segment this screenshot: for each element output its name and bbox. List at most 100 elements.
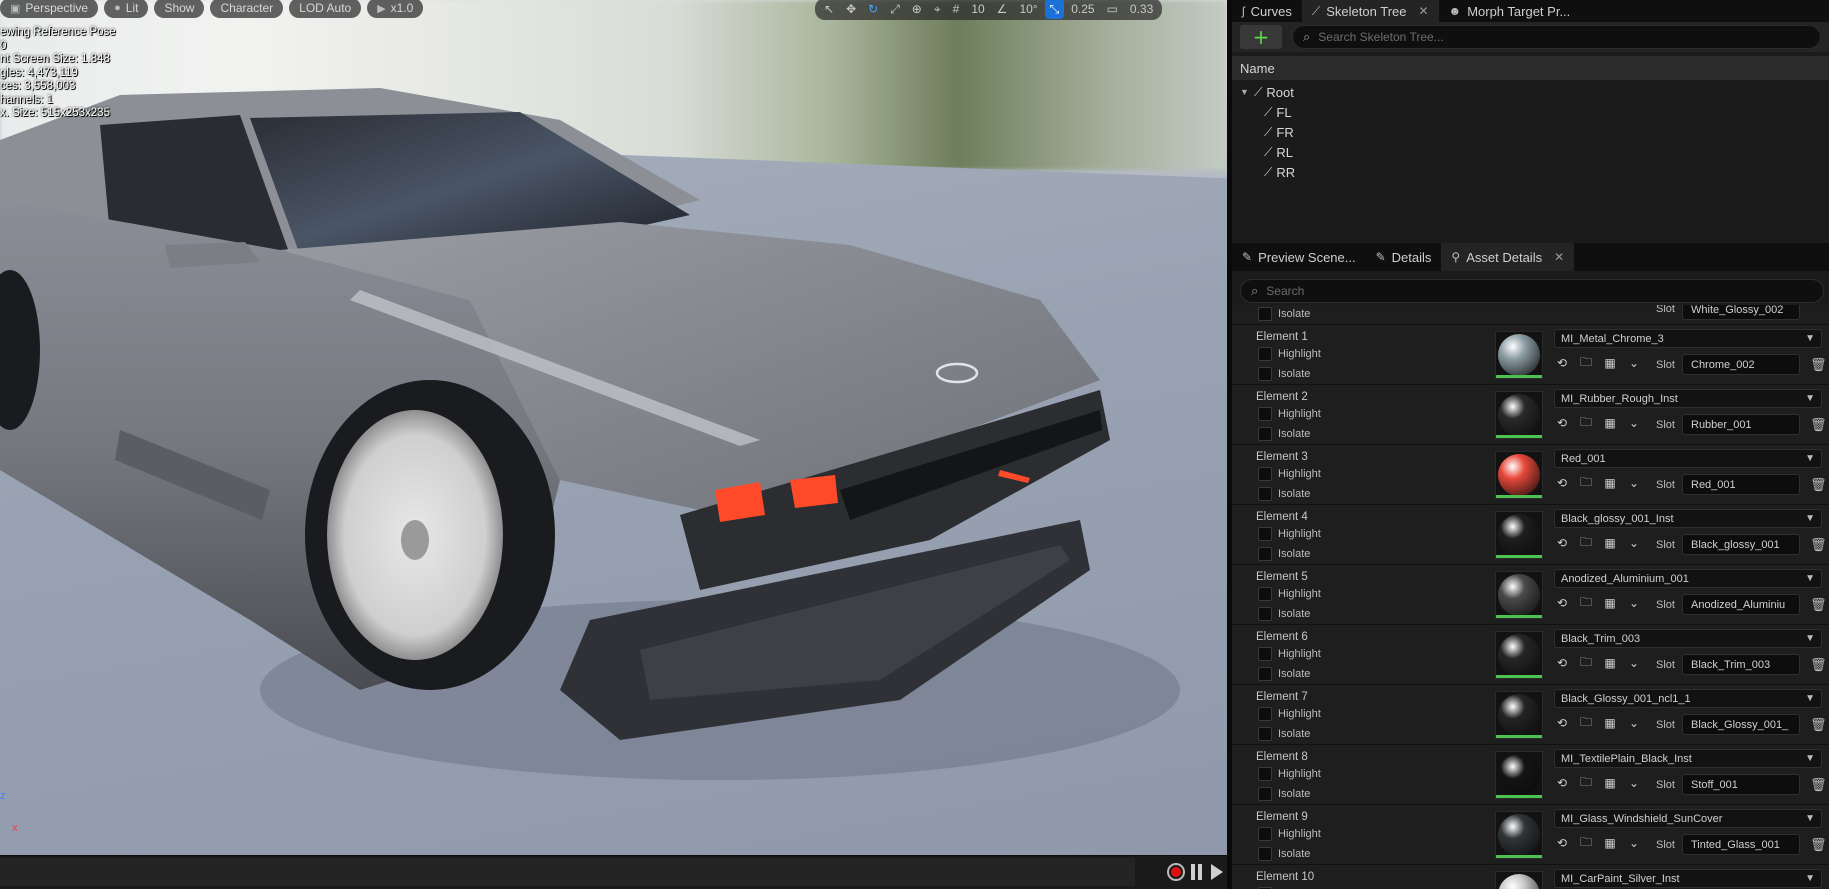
tab-details[interactable]: ✎ Details xyxy=(1366,243,1442,271)
highlight-option[interactable]: Highlight xyxy=(1258,467,1321,481)
slot-name-field[interactable]: Chrome_002 xyxy=(1682,354,1800,375)
trash-icon[interactable]: 🗑 xyxy=(1810,657,1827,673)
perspective-button[interactable]: ▣ Perspective xyxy=(0,0,99,18)
move-icon[interactable]: ✥ xyxy=(841,0,861,19)
slot-name-field[interactable]: Stoff_001 xyxy=(1682,774,1800,795)
trash-icon[interactable]: 🗑 xyxy=(1810,717,1827,733)
highlight-checkbox[interactable] xyxy=(1258,707,1272,721)
isolate-option[interactable]: Isolate xyxy=(1258,487,1310,501)
material-thumbnail[interactable] xyxy=(1495,871,1543,889)
browse-folder-icon[interactable]: 🗀 xyxy=(1578,595,1594,611)
isolate-option[interactable]: Isolate xyxy=(1258,547,1310,561)
checker-icon[interactable]: ▦ xyxy=(1602,835,1618,851)
highlight-option[interactable]: Highlight xyxy=(1258,347,1321,361)
isolate-option[interactable]: Isolate xyxy=(1258,847,1310,861)
isolate-option[interactable]: Isolate xyxy=(1258,367,1310,381)
reset-arrow-icon[interactable]: ⟲ xyxy=(1554,835,1570,851)
camera-speed[interactable]: 0.33 xyxy=(1125,0,1158,19)
camera-speed-icon[interactable]: ▭ xyxy=(1102,0,1123,19)
highlight-option[interactable]: Highlight xyxy=(1258,587,1321,601)
chevron-down-icon[interactable]: ⌄ xyxy=(1626,655,1642,671)
reset-arrow-icon[interactable]: ⟲ xyxy=(1554,655,1570,671)
isolate-checkbox[interactable] xyxy=(1258,787,1272,801)
slot-name-field[interactable]: Tinted_Glass_001 xyxy=(1682,834,1800,855)
browse-folder-icon[interactable]: 🗀 xyxy=(1578,715,1594,731)
highlight-checkbox[interactable] xyxy=(1258,407,1272,421)
isolate-option[interactable]: Isolate xyxy=(1258,787,1310,801)
scale-snap-icon[interactable]: ⤡ xyxy=(1044,0,1065,19)
trash-icon[interactable]: 🗑 xyxy=(1810,417,1827,433)
highlight-checkbox[interactable] xyxy=(1258,587,1272,601)
highlight-option[interactable]: Highlight xyxy=(1258,407,1321,421)
chevron-down-icon[interactable]: ⌄ xyxy=(1626,835,1642,851)
isolate-checkbox[interactable] xyxy=(1258,427,1272,441)
slot-name-field[interactable]: Black_Trim_003 xyxy=(1682,654,1800,675)
select-icon[interactable]: ↖ xyxy=(819,0,839,19)
grid-snap-icon[interactable]: # xyxy=(948,0,965,19)
lit-button[interactable]: ● Lit xyxy=(104,0,149,18)
record-button[interactable] xyxy=(1167,863,1185,881)
timeline-track[interactable] xyxy=(0,858,1135,886)
isolate-checkbox[interactable] xyxy=(1258,727,1272,741)
isolate-option[interactable]: Isolate xyxy=(1258,607,1310,621)
material-dropdown[interactable]: Black_Glossy_001_ncl1_1 ▼ xyxy=(1554,689,1822,708)
expand-arrow-icon[interactable]: ▼ xyxy=(1240,87,1250,97)
browse-folder-icon[interactable]: 🗀 xyxy=(1578,475,1594,491)
checker-icon[interactable]: ▦ xyxy=(1602,355,1618,371)
checker-icon[interactable]: ▦ xyxy=(1602,415,1618,431)
checker-icon[interactable]: ▦ xyxy=(1602,775,1618,791)
grid-size[interactable]: 10 xyxy=(966,0,989,19)
trash-icon[interactable]: 🗑 xyxy=(1810,477,1827,493)
slot-name-field[interactable]: Black_Glossy_001_ xyxy=(1682,714,1800,735)
reset-arrow-icon[interactable]: ⟲ xyxy=(1554,715,1570,731)
isolate-checkbox[interactable] xyxy=(1258,307,1272,321)
material-thumbnail[interactable] xyxy=(1495,751,1543,799)
material-thumbnail[interactable] xyxy=(1495,391,1543,439)
isolate-checkbox[interactable] xyxy=(1258,367,1272,381)
close-icon[interactable]: ✕ xyxy=(1554,250,1564,264)
trash-icon[interactable]: 🗑 xyxy=(1810,357,1827,373)
chevron-down-icon[interactable]: ⌄ xyxy=(1626,595,1642,611)
browse-folder-icon[interactable]: 🗀 xyxy=(1578,775,1594,791)
highlight-option[interactable]: Highlight xyxy=(1258,827,1321,841)
highlight-checkbox[interactable] xyxy=(1258,767,1272,781)
lod-button[interactable]: LOD Auto xyxy=(289,0,362,18)
material-dropdown[interactable]: Black_glossy_001_Inst ▼ xyxy=(1554,509,1822,528)
chevron-down-icon[interactable]: ⌄ xyxy=(1626,415,1642,431)
checker-icon[interactable]: ▦ xyxy=(1602,475,1618,491)
asset-search[interactable]: ⌕ xyxy=(1240,279,1824,303)
highlight-checkbox[interactable] xyxy=(1258,347,1272,361)
car-model[interactable] xyxy=(0,0,1227,855)
isolate-checkbox[interactable] xyxy=(1258,487,1272,501)
reset-arrow-icon[interactable]: ⟲ xyxy=(1554,595,1570,611)
isolate-option[interactable]: Isolate xyxy=(1258,667,1310,681)
pause-button[interactable] xyxy=(1191,864,1205,880)
highlight-checkbox[interactable] xyxy=(1258,527,1272,541)
checker-icon[interactable]: ▦ xyxy=(1602,535,1618,551)
tab-curves[interactable]: ʃ Curves xyxy=(1232,0,1302,22)
browse-folder-icon[interactable]: 🗀 xyxy=(1578,535,1594,551)
isolate-option[interactable]: Isolate xyxy=(1258,307,1310,321)
material-dropdown[interactable]: MI_Rubber_Rough_Inst ▼ xyxy=(1554,389,1822,408)
browse-folder-icon[interactable]: 🗀 xyxy=(1578,655,1594,671)
material-dropdown[interactable]: Anodized_Aluminium_001 ▼ xyxy=(1554,569,1822,588)
material-thumbnail[interactable] xyxy=(1495,811,1543,859)
tab-preview-scene[interactable]: ✎ Preview Scene... xyxy=(1232,243,1366,271)
close-icon[interactable]: ✕ xyxy=(1418,4,1428,18)
material-dropdown[interactable]: Red_001 ▼ xyxy=(1554,449,1822,468)
trash-icon[interactable]: 🗑 xyxy=(1810,777,1827,793)
scale-icon[interactable]: ⤢ xyxy=(885,0,905,19)
chevron-down-icon[interactable]: ⌄ xyxy=(1626,475,1642,491)
slot-name-field[interactable]: Anodized_Aluminiu xyxy=(1682,594,1800,615)
material-thumbnail[interactable] xyxy=(1495,511,1543,559)
checker-icon[interactable]: ▦ xyxy=(1602,715,1618,731)
playback-speed-button[interactable]: ▶ x1.0 xyxy=(367,0,424,18)
chevron-down-icon[interactable]: ⌄ xyxy=(1626,355,1642,371)
3d-viewport[interactable]: ▣ Perspective ● Lit Show Character LOD A… xyxy=(0,0,1227,855)
character-button[interactable]: Character xyxy=(210,0,284,18)
play-button[interactable] xyxy=(1211,864,1223,880)
chevron-down-icon[interactable]: ⌄ xyxy=(1626,715,1642,731)
reset-arrow-icon[interactable]: ⟲ xyxy=(1554,775,1570,791)
chevron-down-icon[interactable]: ⌄ xyxy=(1626,535,1642,551)
surface-snap-icon[interactable]: ⌖ xyxy=(929,0,946,19)
